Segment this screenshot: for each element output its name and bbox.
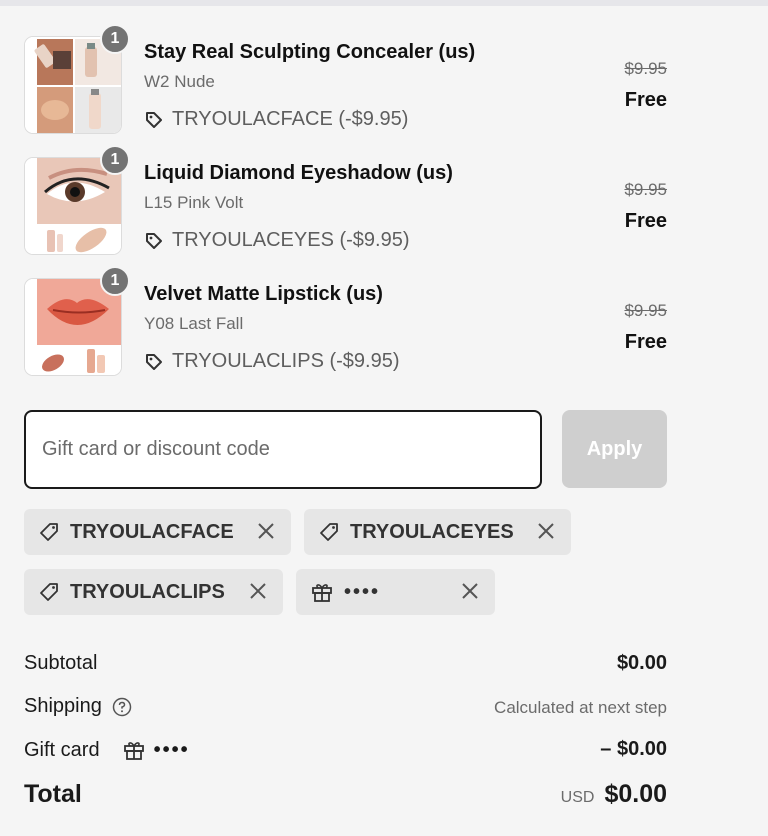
applied-discount: TRYOULACFACE (-$9.95) xyxy=(144,108,408,131)
product-variant: Y08 Last Fall xyxy=(144,314,244,333)
original-price: $9.95 xyxy=(624,59,667,78)
remove-code-icon[interactable] xyxy=(535,520,557,542)
product-thumbnail: 1 xyxy=(24,24,130,134)
discount-text: TRYOULACEYES (-$9.95) xyxy=(172,229,410,251)
discount-code-input[interactable] xyxy=(24,410,542,489)
item-price: Free xyxy=(624,89,667,111)
total-row: Total USD $0.00 xyxy=(24,780,667,812)
applied-code-label: TRYOULACLIPS xyxy=(70,580,225,603)
discount-text: TRYOULACLIPS (-$9.95) xyxy=(172,350,400,372)
subtotal-value: $0.00 xyxy=(616,652,667,674)
quantity-badge: 1 xyxy=(100,24,130,54)
top-divider xyxy=(0,0,768,6)
remove-code-icon[interactable] xyxy=(247,580,269,602)
product-variant: L15 Pink Volt xyxy=(144,193,244,212)
original-price: $9.95 xyxy=(624,180,667,199)
total-label: Total xyxy=(24,780,82,808)
original-price: $9.95 xyxy=(624,301,667,320)
shipping-value: Calculated at next step xyxy=(494,698,667,717)
gift-icon xyxy=(310,580,334,604)
tag-icon xyxy=(144,352,164,372)
tag-icon xyxy=(38,581,60,603)
tag-icon xyxy=(38,521,60,543)
applied-code-chip: TRYOULACFACE xyxy=(24,509,291,555)
applied-discount: TRYOULACLIPS (-$9.95) xyxy=(144,350,400,373)
help-icon[interactable] xyxy=(112,697,132,717)
applied-code-label: TRYOULACEYES xyxy=(350,520,514,543)
remove-code-icon[interactable] xyxy=(255,520,277,542)
shipping-label-group: Shipping xyxy=(24,695,132,718)
shipping-row: Shipping Calculated at next step xyxy=(24,695,667,721)
subtotal-row: Subtotal $0.00 xyxy=(24,652,667,678)
item-price: Free xyxy=(624,210,667,232)
gift-card-label-group: Gift card •••• xyxy=(24,738,190,762)
subtotal-label: Subtotal xyxy=(24,652,98,674)
applied-gift-card-chip: •••• xyxy=(296,569,495,615)
tag-icon xyxy=(144,110,164,130)
gift-card-masked-code: •••• xyxy=(153,738,190,761)
product-variant: W2 Nude xyxy=(144,72,215,91)
line-item: 1 Liquid Diamond Eyeshadow (us) L15 Pink… xyxy=(24,145,667,257)
line-item: 1 Velvet Matte Lipstick (us) Y08 Last Fa… xyxy=(24,266,667,378)
gift-card-row: Gift card •••• – $0.00 xyxy=(24,738,667,764)
gift-card-masked-code: •••• xyxy=(344,580,381,603)
line-item: 1 Stay Real Sculpting Concealer (us) W2 … xyxy=(24,24,667,136)
gift-card-label: Gift card xyxy=(24,738,100,761)
currency-code: USD xyxy=(560,789,595,806)
discount-text: TRYOULACFACE (-$9.95) xyxy=(172,108,409,130)
quantity-badge: 1 xyxy=(100,145,130,175)
total-value-group: USD $0.00 xyxy=(561,780,667,809)
product-name: Velvet Matte Lipstick (us) xyxy=(144,283,383,305)
applied-discount: TRYOULACEYES (-$9.95) xyxy=(144,229,410,252)
tag-icon xyxy=(318,521,340,543)
applied-code-chip: TRYOULACEYES xyxy=(304,509,571,555)
shipping-label: Shipping xyxy=(24,695,102,717)
product-thumbnail: 1 xyxy=(24,145,130,255)
product-name: Liquid Diamond Eyeshadow (us) xyxy=(144,162,453,184)
product-thumbnail: 1 xyxy=(24,266,130,376)
apply-button[interactable]: Apply xyxy=(562,410,667,488)
product-name: Stay Real Sculpting Concealer (us) xyxy=(144,41,476,63)
quantity-badge: 1 xyxy=(100,266,130,296)
tag-icon xyxy=(144,231,164,251)
applied-code-label: TRYOULACFACE xyxy=(70,520,234,543)
gift-card-value: – $0.00 xyxy=(600,738,667,760)
applied-code-chip: TRYOULACLIPS xyxy=(24,569,283,615)
gift-icon xyxy=(122,738,146,762)
total-value: $0.00 xyxy=(604,780,667,808)
item-price: Free xyxy=(624,331,667,353)
remove-code-icon[interactable] xyxy=(459,580,481,602)
